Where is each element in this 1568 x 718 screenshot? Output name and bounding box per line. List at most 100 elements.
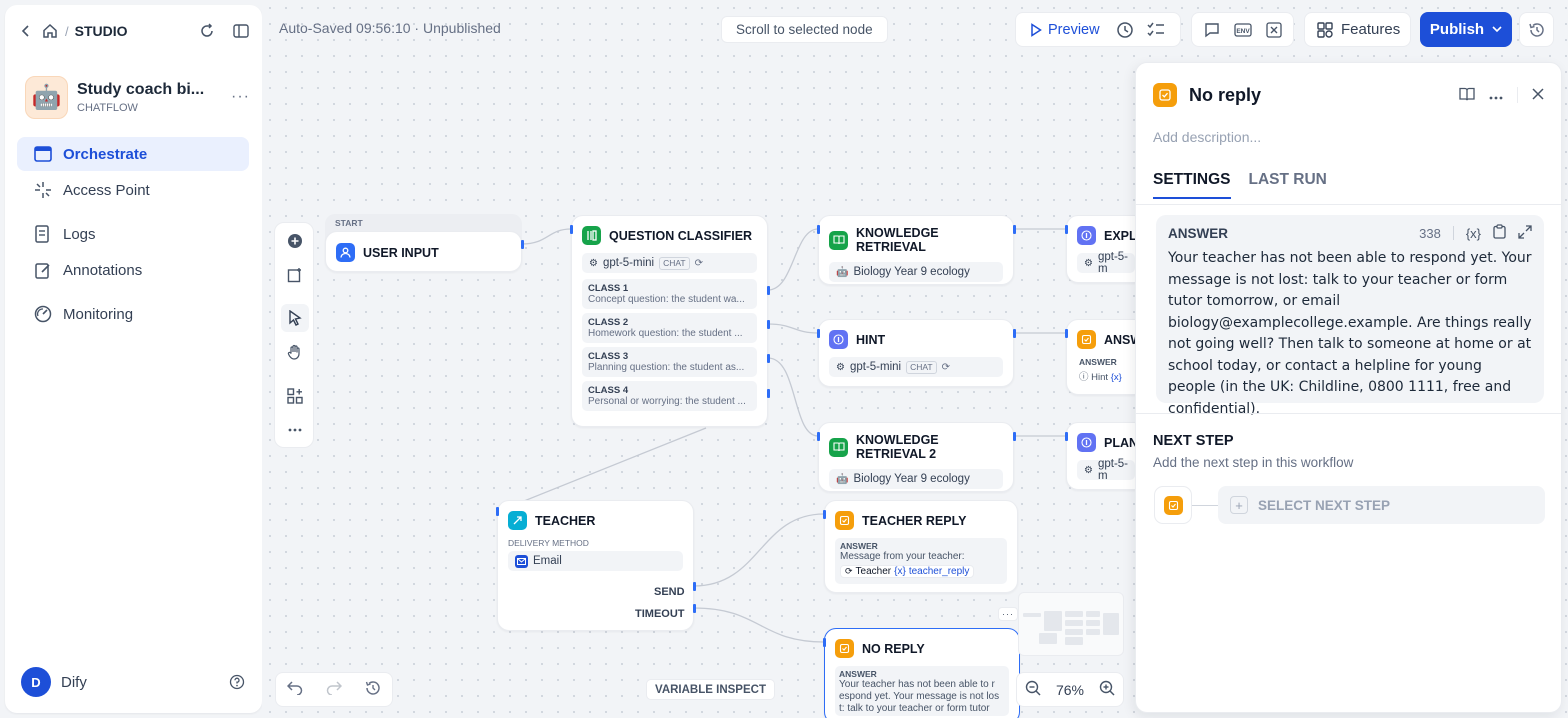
undo-redo-bar [275, 672, 393, 707]
close-icon[interactable] [1532, 87, 1544, 103]
version-history-button[interactable] [1519, 12, 1554, 47]
node-input-handle[interactable] [817, 225, 820, 234]
node-planning[interactable]: PLANN ⚙ gpt-5-m [1066, 422, 1147, 490]
class-output-handle[interactable] [767, 320, 770, 329]
conversation-variables-icon[interactable] [1198, 16, 1225, 43]
answer-text[interactable]: Your teacher has not been able to respon… [1168, 248, 1532, 420]
organize-blocks-icon[interactable] [281, 382, 309, 410]
description-input[interactable]: Add description... [1153, 129, 1261, 145]
class-item[interactable]: CLASS 3 Planning question: the student a… [582, 347, 757, 377]
model-selector[interactable]: ⚙ gpt-5-m [1077, 458, 1135, 482]
help-icon[interactable] [228, 673, 246, 691]
node-output-handle[interactable] [1013, 329, 1016, 338]
node-output-handle[interactable] [1013, 225, 1016, 234]
zoom-in-icon[interactable] [1099, 680, 1115, 699]
redo-icon[interactable] [326, 681, 343, 698]
variable-inspect-button[interactable]: VARIABLE INSPECT [646, 679, 775, 700]
node-teacher-reply[interactable]: TEACHER REPLY ANSWER Message from your t… [824, 500, 1018, 593]
user-name: Dify [61, 673, 87, 691]
nav-item-orchestrate[interactable]: Orchestrate [17, 137, 249, 171]
pointer-icon[interactable] [281, 304, 309, 332]
class-output-handle[interactable] [767, 389, 770, 398]
send-output-handle[interactable] [693, 582, 696, 591]
nav-item-annotations[interactable]: Annotations [17, 253, 249, 287]
hand-icon[interactable] [281, 338, 309, 366]
class-output-handle[interactable] [767, 286, 770, 295]
class-item[interactable]: CLASS 4 Personal or worrying: the studen… [582, 381, 757, 411]
app-more-icon[interactable]: ··· [231, 88, 250, 106]
node-input-handle[interactable] [823, 510, 826, 519]
node-input-handle[interactable] [496, 507, 499, 516]
checklist-icon[interactable] [1143, 16, 1170, 43]
node-input-handle[interactable] [1065, 225, 1068, 234]
node-knowledge-retrieval[interactable]: KNOWLEDGE RETRIEVAL 🤖 Biology Year 9 eco… [818, 215, 1014, 285]
node-input-handle[interactable] [817, 329, 820, 338]
add-node-icon[interactable] [281, 227, 309, 255]
nav-item-monitoring[interactable]: Monitoring [17, 297, 249, 331]
node-answer[interactable]: ANSW ANSWER ⓘ Hint {x} [1066, 319, 1146, 395]
dataset-name: Biology Year 9 ecology [853, 473, 970, 485]
nav-gap [17, 289, 249, 297]
class-item[interactable]: CLASS 1 Concept question: the student wa… [582, 279, 757, 309]
node-input-handle[interactable] [1065, 432, 1068, 441]
node-input-handle[interactable] [823, 638, 826, 647]
nav-item-access-point[interactable]: Access Point [17, 173, 249, 207]
expand-icon[interactable] [1518, 224, 1532, 242]
preview-button[interactable]: Preview [1022, 16, 1108, 43]
llm-icon [1077, 226, 1096, 245]
env-variables-icon[interactable]: ENV [1229, 16, 1256, 43]
node-output-handle[interactable] [521, 240, 524, 249]
node-input-handle[interactable] [1065, 329, 1068, 338]
node-input-handle[interactable] [570, 225, 573, 234]
class-output-handle[interactable] [767, 354, 770, 363]
select-next-step-button[interactable]: + SELECT NEXT STEP [1218, 486, 1545, 524]
tab-last-run[interactable]: LAST RUN [1249, 171, 1327, 199]
features-button[interactable]: Features [1304, 12, 1411, 47]
node-title: HINT [856, 332, 886, 347]
nav-item-logs[interactable]: Logs [17, 217, 249, 251]
model-selector[interactable]: ⚙ gpt-5-mini CHAT ⟳ [829, 357, 1003, 377]
class-name: CLASS 2 [588, 317, 629, 328]
panel-title[interactable]: No reply [1189, 85, 1261, 106]
node-explanation[interactable]: EXPLA ⚙ gpt-5-m [1066, 215, 1146, 283]
home-icon[interactable] [41, 22, 59, 40]
zoom-level[interactable]: 76% [1056, 682, 1084, 698]
global-variables-icon[interactable] [1260, 16, 1287, 43]
model-selector[interactable]: ⚙ gpt-5-mini CHAT ⟳ [582, 253, 757, 273]
class-item[interactable]: CLASS 2 Homework question: the student .… [582, 313, 757, 343]
more-options-icon[interactable] [1489, 88, 1503, 103]
sidebar: / STUDIO 🤖 Study coach bi... CHATFLOW ··… [5, 5, 262, 713]
node-user-input[interactable]: USER INPUT [325, 231, 522, 272]
tab-settings[interactable]: SETTINGS [1153, 171, 1231, 199]
autosave-status: Auto-Saved 09:56:10 · Unpublished [279, 20, 501, 36]
copy-icon[interactable] [1493, 224, 1506, 242]
node-question-classifier[interactable]: QUESTION CLASSIFIER ⚙ gpt-5-mini CHAT ⟳ … [571, 215, 768, 427]
node-hint[interactable]: HINT ⚙ gpt-5-mini CHAT ⟳ [818, 319, 1014, 387]
user-account[interactable]: D Dify [21, 667, 246, 697]
timeout-output-handle[interactable] [693, 604, 696, 613]
node-more-icon[interactable]: ··· [998, 607, 1018, 621]
node-input-handle[interactable] [817, 432, 820, 441]
node-no-reply[interactable]: NO REPLY ANSWER Your teacher has not bee… [824, 628, 1020, 718]
publish-button[interactable]: Publish [1420, 12, 1512, 47]
minimap[interactable] [1018, 592, 1124, 656]
zoom-out-icon[interactable] [1025, 680, 1041, 699]
node-knowledge-retrieval-2[interactable]: KNOWLEDGE RETRIEVAL 2 🤖 Biology Year 9 e… [818, 422, 1014, 492]
breadcrumb-studio[interactable]: STUDIO [75, 23, 128, 39]
access-point-icon [33, 180, 53, 200]
more-icon[interactable] [281, 416, 309, 444]
scroll-to-selected-button[interactable]: Scroll to selected node [721, 16, 888, 43]
back-chevron-icon[interactable] [17, 22, 35, 40]
add-note-icon[interactable] [281, 261, 309, 289]
insert-variable-icon[interactable]: {x} [1466, 226, 1481, 241]
undo-icon[interactable] [287, 681, 303, 698]
app-card[interactable]: 🤖 Study coach bi... CHATFLOW ··· [25, 73, 250, 121]
collapse-sidebar-icon[interactable] [232, 22, 250, 40]
model-selector[interactable]: ⚙ gpt-5-m [1077, 251, 1135, 275]
history-icon[interactable] [365, 680, 381, 699]
docs-book-icon[interactable] [1459, 87, 1475, 104]
refresh-icon[interactable] [198, 22, 216, 40]
checklist-status-icon[interactable] [1112, 16, 1139, 43]
node-output-handle[interactable] [1013, 432, 1016, 441]
answer-editor[interactable]: ANSWER 338 {x} Your teacher has not been… [1156, 215, 1544, 417]
